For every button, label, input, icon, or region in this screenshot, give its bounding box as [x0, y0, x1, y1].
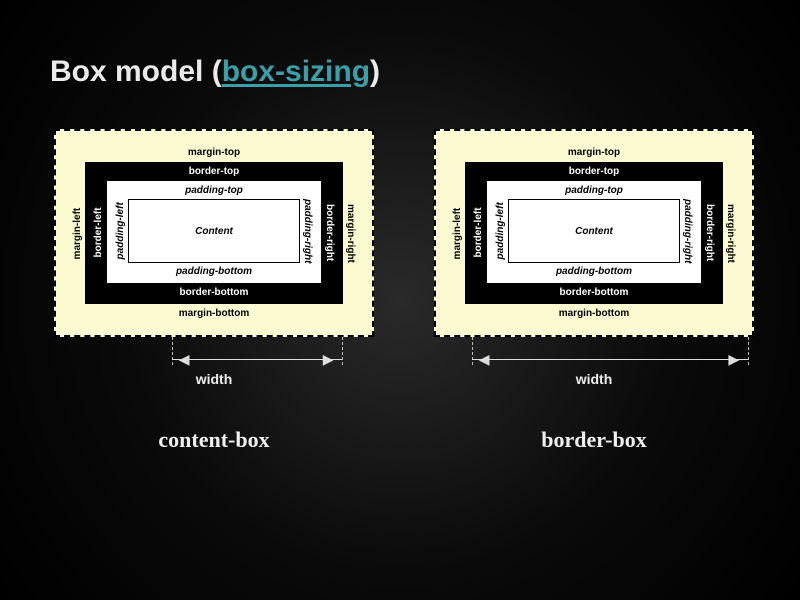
width-tick-right	[748, 337, 749, 365]
arrow-left-icon: ◀	[479, 354, 490, 364]
label-content: Content	[128, 199, 300, 263]
slide: Box model (box-sizing) margin-top margin…	[0, 0, 800, 600]
title-prefix: Box model (	[50, 55, 222, 88]
box-sizing-link[interactable]: box-sizing	[222, 55, 370, 88]
width-tick-right	[342, 337, 343, 365]
label-margin-bottom: margin-bottom	[450, 308, 738, 319]
label-margin-bottom: margin-bottom	[70, 308, 358, 319]
label-border-left: border-left	[91, 180, 106, 284]
width-indicator-border-box: ◀ ▶ width	[434, 351, 754, 399]
label-border-right: border-right	[702, 180, 717, 284]
label-margin-top: margin-top	[70, 147, 358, 158]
label-margin-right: margin-right	[723, 162, 738, 304]
label-padding-bottom: padding-bottom	[493, 266, 695, 277]
title-suffix: )	[370, 55, 380, 88]
label-padding-bottom: padding-bottom	[113, 266, 315, 277]
label-padding-right: padding-right	[300, 199, 315, 263]
slide-title: Box model (box-sizing)	[50, 55, 750, 89]
width-tick-left	[172, 337, 173, 365]
label-margin-left: margin-left	[450, 162, 465, 304]
caption-content-box: content-box	[54, 427, 374, 453]
box-model-diagram-border-box: margin-top margin-left border-top border…	[434, 129, 754, 337]
border-box-column: margin-top margin-left border-top border…	[434, 129, 754, 453]
width-tick-left	[472, 337, 473, 365]
label-border-top: border-top	[91, 166, 337, 177]
label-margin-right: margin-right	[343, 162, 358, 304]
arrow-right-icon: ▶	[728, 354, 739, 364]
label-padding-left: padding-left	[493, 199, 508, 263]
label-padding-left: padding-left	[113, 199, 128, 263]
label-padding-right: padding-right	[680, 199, 695, 263]
label-border-bottom: border-bottom	[471, 287, 717, 298]
label-margin-left: margin-left	[70, 162, 85, 304]
width-bar	[172, 359, 342, 360]
caption-border-box: border-box	[434, 427, 754, 453]
diagram-row: margin-top margin-left border-top border…	[50, 129, 750, 453]
width-indicator-content-box: ◀ ▶ width	[54, 351, 374, 399]
label-padding-top: padding-top	[493, 185, 695, 196]
label-border-left: border-left	[471, 180, 486, 284]
width-label: width	[434, 371, 754, 387]
box-model-diagram-content-box: margin-top margin-left border-top border…	[54, 129, 374, 337]
label-border-bottom: border-bottom	[91, 287, 337, 298]
arrow-left-icon: ◀	[179, 354, 190, 364]
label-padding-top: padding-top	[113, 185, 315, 196]
label-margin-top: margin-top	[450, 147, 738, 158]
width-label: width	[54, 371, 374, 387]
label-border-right: border-right	[322, 180, 337, 284]
label-content: Content	[508, 199, 680, 263]
content-box-column: margin-top margin-left border-top border…	[54, 129, 374, 453]
width-bar	[472, 359, 747, 360]
label-border-top: border-top	[471, 166, 717, 177]
arrow-right-icon: ▶	[323, 354, 334, 364]
